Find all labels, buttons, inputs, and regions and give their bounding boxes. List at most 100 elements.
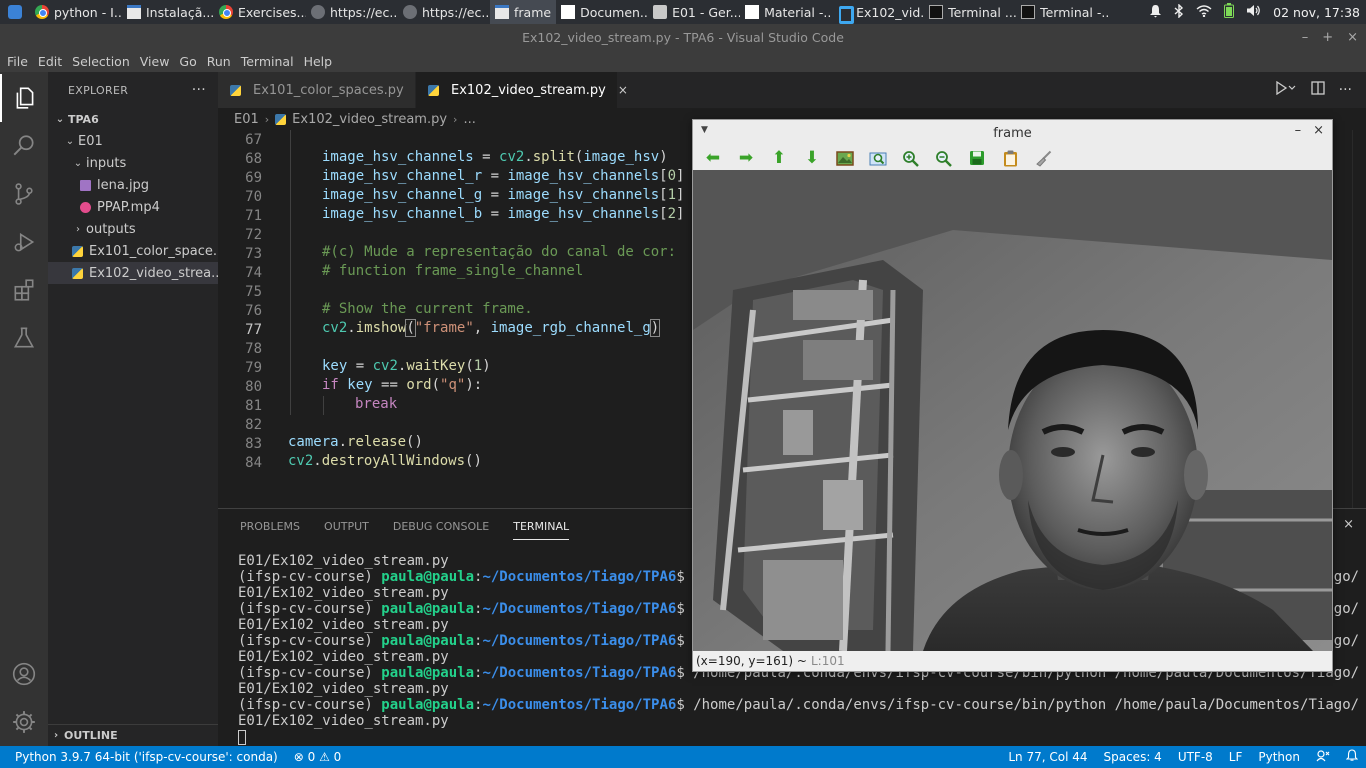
frame-minimize-button[interactable]: – (1295, 123, 1302, 138)
menu-file[interactable]: File (2, 54, 33, 69)
menu-go[interactable]: Go (174, 54, 201, 69)
manage-settings-button[interactable] (0, 698, 48, 746)
workspace-root-tpa6[interactable]: ⌄ TPA6 (48, 108, 218, 130)
frame-close-button[interactable]: × (1313, 123, 1324, 138)
menu-edit[interactable]: Edit (33, 54, 67, 69)
file-ex102[interactable]: Ex102_video_strea... (48, 262, 218, 284)
close-panel-button[interactable]: × (1343, 517, 1354, 532)
menu-terminal[interactable]: Terminal (236, 54, 299, 69)
line-number: 77 (245, 321, 262, 338)
outline-section[interactable]: › OUTLINE (48, 724, 218, 746)
tab-ex102[interactable]: Ex102_video_stream.py × (416, 72, 628, 108)
taskbar-app[interactable]: python - I... (30, 0, 122, 24)
conda-env: (ifsp-cv-course) (238, 633, 382, 649)
run-python-file-button[interactable] (1275, 80, 1297, 99)
extensions-view-button[interactable] (0, 266, 48, 314)
explorer-view-button[interactable] (0, 74, 48, 122)
search-view-button[interactable] (0, 122, 48, 170)
source-control-view-button[interactable] (0, 170, 48, 218)
maximize-button[interactable]: + (1322, 30, 1333, 45)
pan-left-icon[interactable]: ⬅ (703, 149, 723, 167)
editor-more-actions-button[interactable]: ··· (1339, 82, 1352, 98)
video-frame-image[interactable] (693, 170, 1332, 651)
zoom-in-icon[interactable] (901, 149, 921, 167)
folder-e01[interactable]: ⌄ E01 (48, 130, 218, 152)
menu-selection[interactable]: Selection (67, 54, 135, 69)
frame-window-titlebar[interactable]: ▼ frame – × (693, 120, 1332, 146)
taskbar-app[interactable]: Documen... (556, 0, 648, 24)
taskbar-app[interactable]: Exercises... (214, 0, 306, 24)
battery-icon[interactable] (1224, 3, 1235, 21)
code-line-69: image_hsv_channel_r = image_hsv_channels… (322, 168, 685, 184)
zoom-fit-icon[interactable] (868, 149, 888, 167)
taskbar-app[interactable]: Material -... (740, 0, 832, 24)
taskbar-app[interactable]: Terminal ... (924, 0, 1016, 24)
pan-right-icon[interactable]: ➡ (736, 149, 756, 167)
opencv-frame-window[interactable]: ▼ frame – × ⬅ ➡ ⬆ ⬇ (x=190, y=161) ~ L:1… (692, 119, 1333, 672)
clock[interactable]: 02 nov, 17:38 (1273, 5, 1360, 20)
start-menu-button[interactable] (0, 0, 30, 24)
language-mode[interactable]: Python (1250, 750, 1308, 764)
menu-help[interactable]: Help (299, 54, 338, 69)
split-editor-button[interactable] (1310, 81, 1325, 99)
file-lena-jpg[interactable]: lena.jpg (48, 174, 218, 196)
notification-bell-icon[interactable] (1149, 4, 1162, 21)
taskbar-app-label: Terminal -... (1040, 4, 1109, 20)
taskbar-app[interactable]: https://ec... (398, 0, 490, 24)
indentation[interactable]: Spaces: 4 (1096, 750, 1170, 764)
folder-outputs[interactable]: › outputs (48, 218, 218, 240)
tab-output[interactable]: OUTPUT (312, 509, 381, 543)
taskbar-app[interactable]: Ex102_vid... (832, 0, 924, 24)
volume-icon[interactable] (1246, 4, 1261, 20)
window-menu-icon[interactable]: ▼ (701, 125, 708, 135)
menu-run[interactable]: Run (202, 54, 236, 69)
tab-debug-console[interactable]: DEBUG CONSOLE (381, 509, 501, 543)
save-image-icon[interactable] (967, 149, 987, 167)
line-number: 80 (245, 378, 262, 395)
taskbar-app-label: E01 - Ger... (672, 4, 741, 20)
menu-view[interactable]: View (135, 54, 175, 69)
properties-brush-icon[interactable] (1033, 149, 1053, 167)
tab-terminal[interactable]: TERMINAL (501, 509, 581, 543)
wifi-icon[interactable] (1196, 4, 1212, 20)
run-debug-view-button[interactable] (0, 218, 48, 266)
taskbar-app[interactable]: Instalaçã... (122, 0, 214, 24)
minimize-button[interactable]: – (1302, 30, 1309, 45)
file-ex101[interactable]: Ex101_color_space... (48, 240, 218, 262)
breadcrumb-folder[interactable]: E01 (234, 112, 259, 127)
tab-problems[interactable]: PROBLEMS (228, 509, 312, 543)
breadcrumb-file[interactable]: Ex102_video_stream.py (292, 112, 447, 127)
terminal-cursor (238, 729, 246, 745)
file-ppap-mp4[interactable]: PPAP.mp4 (48, 196, 218, 218)
accounts-button[interactable] (0, 650, 48, 698)
python-interpreter[interactable]: Python 3.9.7 64-bit ('ifsp-cv-course': c… (0, 750, 286, 764)
testing-view-button[interactable] (0, 314, 48, 362)
pan-down-icon[interactable]: ⬇ (802, 149, 822, 167)
file-encoding[interactable]: UTF-8 (1170, 750, 1221, 764)
folder-inputs[interactable]: ⌄ inputs (48, 152, 218, 174)
breadcrumb-symbol[interactable]: ... (463, 112, 475, 127)
more-actions-button[interactable]: ··· (192, 82, 206, 98)
problems-count[interactable]: ⊗ 0 ⚠ 0 (286, 750, 350, 764)
zoom-original-icon[interactable] (835, 149, 855, 167)
bluetooth-icon[interactable] (1174, 2, 1184, 21)
cursor-position[interactable]: Ln 77, Col 44 (1000, 750, 1095, 764)
taskbar-app[interactable]: E01 - Ger... (648, 0, 740, 24)
close-window-button[interactable]: × (1347, 30, 1358, 45)
taskbar-app[interactable]: Terminal -... (1016, 0, 1108, 24)
taskbar-app-label: Ex102_vid... (856, 4, 925, 20)
pan-up-icon[interactable]: ⬆ (769, 149, 789, 167)
feedback-icon[interactable] (1308, 749, 1338, 765)
zoom-out-icon[interactable] (934, 149, 954, 167)
copy-clipboard-icon[interactable] (1000, 149, 1020, 167)
line-number: 76 (245, 302, 262, 319)
terminal-icon (929, 5, 944, 19)
line-number: 67 (245, 131, 262, 148)
notifications-bell-icon[interactable] (1338, 749, 1366, 765)
editor-scrollbar[interactable] (1352, 130, 1366, 508)
taskbar-app[interactable]: https://ec... (306, 0, 398, 24)
close-tab-button[interactable]: × (618, 83, 628, 97)
taskbar-app[interactable]: frame (490, 0, 557, 24)
tab-ex101[interactable]: Ex101_color_spaces.py (218, 72, 416, 108)
end-of-line[interactable]: LF (1221, 750, 1251, 764)
